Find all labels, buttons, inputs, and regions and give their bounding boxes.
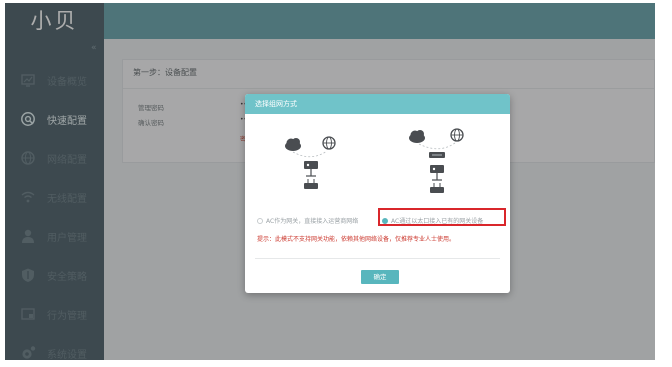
radio-gateway-mode[interactable] (257, 217, 263, 224)
globe-icon (322, 136, 336, 150)
dialog-header: 选择组网方式 (245, 94, 510, 114)
gateway-topology-diagram (285, 136, 336, 189)
globe-icon (450, 128, 464, 142)
network-mode-dialog: 选择组网方式 AC作为网关，直接接入运营商网络 AC通过以太口接入已有的网关设备… (245, 94, 510, 293)
mode-tip: 提示：此模式不支持网关功能，依赖其他网络设备，仅推荐专业人士使用。 (257, 236, 456, 243)
divider (255, 258, 500, 259)
cloud-icon (409, 130, 425, 143)
radio-ethernet-mode[interactable] (382, 217, 388, 224)
cloud-icon (285, 138, 301, 151)
gateway-device-icon (429, 152, 445, 158)
confirm-button[interactable]: 确定 (361, 270, 399, 284)
router-icon (304, 179, 318, 189)
app-window: 小贝 « 设备概览 快速配置 网络配置 无线配置 用户管理 安全策略 行为管理 … (5, 3, 655, 360)
option-gateway-mode[interactable]: AC作为网关，直接接入运营商网络 (257, 216, 358, 225)
option-ethernet-mode[interactable]: AC通过以太口接入已有的网关设备 (382, 216, 483, 225)
option-label: AC通过以太口接入已有的网关设备 (391, 218, 484, 225)
router-icon (430, 183, 444, 193)
option-label: AC作为网关，直接接入运营商网络 (266, 218, 359, 225)
dialog-title: 选择组网方式 (255, 100, 297, 108)
ac-device-icon (430, 165, 444, 181)
ac-device-icon (304, 161, 318, 177)
ethernet-topology-diagram (409, 128, 464, 193)
